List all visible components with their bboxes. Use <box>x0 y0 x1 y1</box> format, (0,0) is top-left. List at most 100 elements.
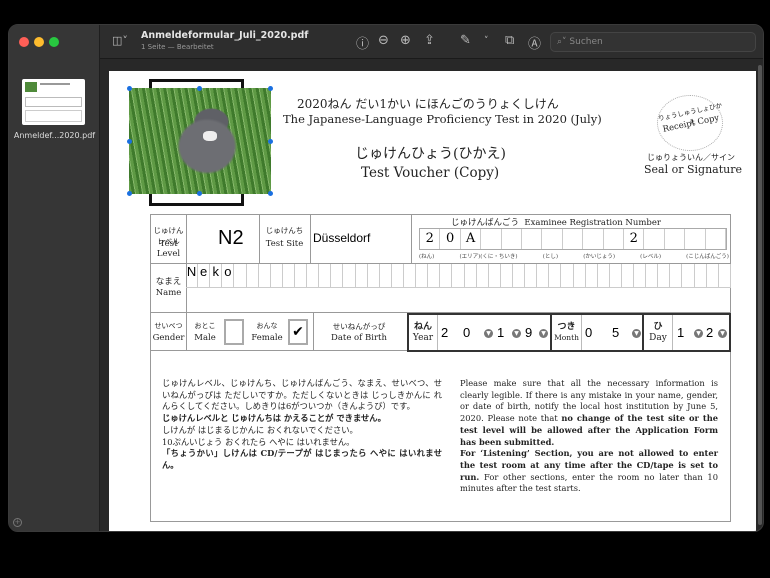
name-cell[interactable] <box>682 264 695 287</box>
name-cell[interactable] <box>428 264 441 287</box>
name-cell[interactable] <box>525 264 538 287</box>
name-cell[interactable] <box>259 264 271 287</box>
stepper-down-icon[interactable]: ▼ <box>484 329 493 338</box>
year-digit[interactable]: 9 <box>525 325 532 340</box>
name-cell[interactable] <box>247 264 259 287</box>
name-cell[interactable]: o <box>222 264 235 287</box>
zoom-button[interactable] <box>49 37 59 47</box>
search-input[interactable]: ⌕˅ Suchen <box>550 32 756 52</box>
stepper-down-icon[interactable]: ▼ <box>694 329 703 338</box>
year-digit[interactable]: 1 <box>497 325 504 340</box>
zoom-in-icon[interactable]: ⊕ <box>400 33 411 48</box>
name-cell[interactable] <box>283 264 295 287</box>
name-cell[interactable] <box>477 264 489 287</box>
name-cell[interactable] <box>537 264 550 287</box>
resize-handle[interactable] <box>197 86 202 91</box>
name-cell[interactable] <box>392 264 404 287</box>
reg-cell[interactable] <box>563 229 584 249</box>
reg-cell[interactable] <box>604 229 625 249</box>
resize-handle[interactable] <box>197 191 202 196</box>
name-cell[interactable] <box>331 264 344 287</box>
name-cell[interactable] <box>658 264 671 287</box>
reg-cell[interactable] <box>644 229 665 249</box>
name-cell[interactable] <box>634 264 647 287</box>
month-digit[interactable]: 0 <box>585 325 592 340</box>
sidebar-toggle-icon[interactable]: ◫˅ <box>112 34 128 47</box>
name-cell[interactable] <box>670 264 683 287</box>
name-field[interactable]: Neko <box>186 264 731 288</box>
reg-cell[interactable] <box>502 229 523 249</box>
name-cell[interactable] <box>598 264 610 287</box>
chevron-down-icon[interactable]: ˅ <box>484 36 489 46</box>
resize-handle[interactable] <box>127 191 132 196</box>
name-cell[interactable] <box>416 264 429 287</box>
reg-cell[interactable] <box>583 229 604 249</box>
reg-cell[interactable] <box>685 229 706 249</box>
rotate-icon[interactable]: ⧉ <box>505 33 514 48</box>
test-site-value[interactable]: Düsseldorf <box>313 231 370 245</box>
annotate-icon[interactable]: Ⓐ <box>528 33 541 52</box>
name-cell[interactable] <box>622 264 635 287</box>
name-cell[interactable] <box>513 264 526 287</box>
resize-handle[interactable] <box>127 86 132 91</box>
reg-cell[interactable] <box>706 229 727 249</box>
stepper-down-icon[interactable]: ▼ <box>632 329 641 338</box>
close-button[interactable] <box>19 37 29 47</box>
year-digit[interactable]: 0 <box>463 325 470 340</box>
name-cell[interactable]: e <box>198 264 211 287</box>
name-cell[interactable] <box>452 264 465 287</box>
male-checkbox[interactable] <box>224 319 244 345</box>
name-cell[interactable] <box>234 264 247 287</box>
year-digit[interactable]: 2 <box>441 325 448 340</box>
name-cell[interactable] <box>610 264 622 287</box>
scrollbar[interactable] <box>758 65 762 525</box>
name-cell[interactable] <box>440 264 453 287</box>
add-icon[interactable]: + <box>13 518 22 527</box>
registration-number-field[interactable]: 20A2 <box>419 228 727 250</box>
name-cell[interactable] <box>380 264 392 287</box>
name-cell[interactable] <box>707 264 719 287</box>
zoom-out-icon[interactable]: ⊖ <box>378 33 389 48</box>
name-cell[interactable]: k <box>210 264 223 287</box>
name-cell[interactable] <box>368 264 380 287</box>
name-cell[interactable] <box>501 264 513 287</box>
reg-cell[interactable] <box>522 229 543 249</box>
female-checkbox[interactable]: ✔ <box>288 319 308 345</box>
resize-handle[interactable] <box>127 139 132 144</box>
reg-cell[interactable]: 0 <box>440 229 461 249</box>
reg-cell[interactable]: 2 <box>420 229 441 249</box>
name-cell[interactable] <box>561 264 574 287</box>
share-icon[interactable]: ⇪ <box>424 33 435 48</box>
name-cell[interactable] <box>307 264 320 287</box>
name-cell[interactable] <box>343 264 356 287</box>
resize-handle[interactable] <box>268 191 273 196</box>
stepper-down-icon[interactable]: ▼ <box>512 329 521 338</box>
name-cell[interactable] <box>719 264 731 287</box>
name-cell[interactable] <box>356 264 368 287</box>
resize-handle[interactable] <box>268 86 273 91</box>
resize-handle[interactable] <box>268 139 273 144</box>
reg-cell[interactable] <box>481 229 502 249</box>
minimize-button[interactable] <box>34 37 44 47</box>
page-thumbnail[interactable] <box>22 79 85 125</box>
reg-cell[interactable] <box>542 229 563 249</box>
name-cell[interactable]: N <box>186 264 199 287</box>
reg-cell[interactable] <box>665 229 686 249</box>
day-digit[interactable]: 2 <box>706 325 713 340</box>
month-digit[interactable]: 5 <box>612 325 619 340</box>
name-cell[interactable] <box>695 264 707 287</box>
name-cell[interactable] <box>574 264 586 287</box>
reg-cell[interactable]: 2 <box>624 229 645 249</box>
markup-pen-icon[interactable]: ✎ <box>460 33 471 48</box>
reg-cell[interactable]: A <box>461 229 482 249</box>
test-level-value[interactable]: N2 <box>218 227 244 250</box>
name-cell[interactable] <box>646 264 659 287</box>
name-cell[interactable] <box>271 264 283 287</box>
name-cell[interactable] <box>489 264 501 287</box>
name-cell[interactable] <box>465 264 477 287</box>
name-cell[interactable] <box>586 264 598 287</box>
info-icon[interactable]: ⓘ <box>356 33 369 52</box>
name-cell[interactable] <box>295 264 308 287</box>
stepper-down-icon[interactable]: ▼ <box>539 329 548 338</box>
cat-photo[interactable] <box>129 88 271 194</box>
